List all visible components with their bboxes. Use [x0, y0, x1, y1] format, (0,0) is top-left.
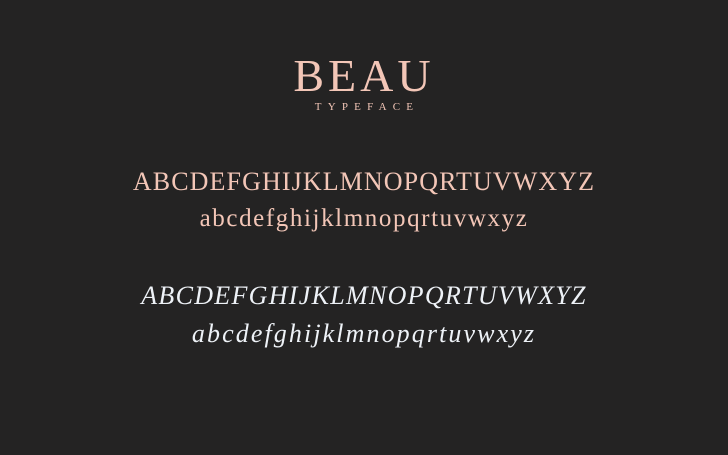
specimen-canvas: BEAU TYPEFACE ABCDEFGHIJKLMNOPQRTUVWXYZ … [0, 0, 728, 455]
typeface-title: BEAU [293, 50, 435, 101]
regular-uppercase-alphabet: ABCDEFGHIJKLMNOPQRTUVWXYZ [132, 167, 596, 196]
italic-lowercase-alphabet: abcdefghijklmnopqrtuvwxyz [191, 319, 537, 348]
regular-lowercase-alphabet: abcdefghijklmnopqrtuvwxyz [199, 205, 529, 232]
italic-uppercase-alphabet: ABCDEFGHIJKLMNOPQRTUVWXYZ [141, 281, 587, 310]
typeface-subtitle: TYPEFACE [314, 101, 420, 113]
